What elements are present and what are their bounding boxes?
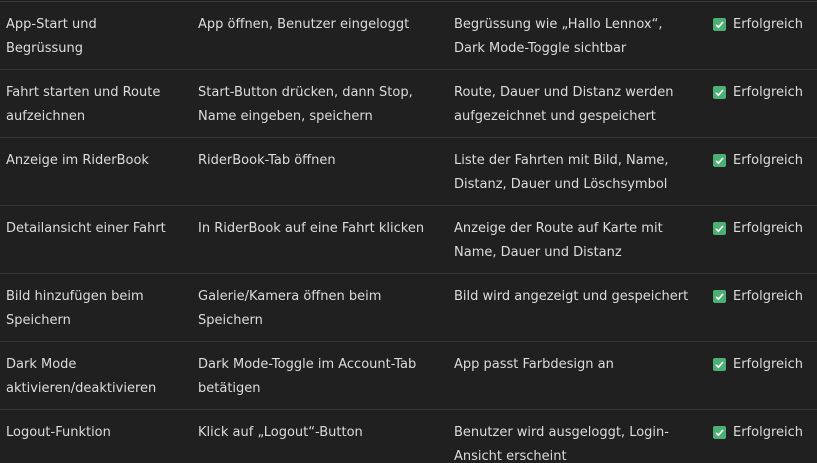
check-box-icon xyxy=(713,154,726,167)
action-cell: Klick auf „Logout“-Button xyxy=(198,425,363,440)
table-row: Bild hinzufügen beim Speichern Galerie/K… xyxy=(0,274,817,342)
status-label: Erfolgreich xyxy=(733,425,804,440)
table-row: App-Start und Begrüssung App öffnen, Ben… xyxy=(0,2,817,70)
expected-result-cell: Anzeige der Route auf Karte mit Name, Da… xyxy=(454,221,663,260)
status-label: Erfolgreich xyxy=(733,289,804,304)
check-box-icon xyxy=(713,426,726,439)
status-label: Erfolgreich xyxy=(733,85,804,100)
action-cell: Start-Button drücken, dann Stop, Name ei… xyxy=(198,85,413,124)
status-label: Erfolgreich xyxy=(733,153,804,168)
status-label: Erfolgreich xyxy=(733,221,804,236)
feature-cell: Detailansicht einer Fahrt xyxy=(6,221,166,236)
expected-result-cell: Route, Dauer und Distanz werden aufgezei… xyxy=(454,85,674,124)
action-cell: In RiderBook auf eine Fahrt klicken xyxy=(198,221,425,236)
table-row: Fahrt starten und Route aufzeichnen Star… xyxy=(0,70,817,138)
status-cell: Erfolgreich xyxy=(713,13,817,37)
status-cell: Erfolgreich xyxy=(713,353,817,377)
check-box-icon xyxy=(713,18,726,31)
check-box-icon xyxy=(713,358,726,371)
action-cell: RiderBook-Tab öffnen xyxy=(198,153,336,168)
status-cell: Erfolgreich xyxy=(713,217,817,241)
check-box-icon xyxy=(713,86,726,99)
status-label: Erfolgreich xyxy=(733,17,804,32)
table-row: Detailansicht einer Fahrt In RiderBook a… xyxy=(0,206,817,274)
table-row: Anzeige im RiderBook RiderBook-Tab öffne… xyxy=(0,138,817,206)
expected-result-cell: Liste der Fahrten mit Bild, Name, Distan… xyxy=(454,153,669,192)
status-cell: Erfolgreich xyxy=(713,81,817,105)
feature-cell: Fahrt starten und Route aufzeichnen xyxy=(6,85,161,124)
status-cell: Erfolgreich xyxy=(713,285,817,309)
expected-result-cell: Begrüssung wie „Hallo Lennox“, Dark Mode… xyxy=(454,17,663,56)
feature-cell: Dark Mode aktivieren/deaktivieren xyxy=(6,357,157,396)
status-cell: Erfolgreich xyxy=(713,421,817,445)
expected-result-cell: Bild wird angezeigt und gespeichert xyxy=(454,289,689,304)
expected-result-cell: Benutzer wird ausgeloggt, Login-Ansicht … xyxy=(454,425,669,463)
feature-cell: Logout-Funktion xyxy=(6,425,111,440)
action-cell: App öffnen, Benutzer eingeloggt xyxy=(198,17,410,32)
feature-cell: Anzeige im RiderBook xyxy=(6,153,149,168)
feature-cell: Bild hinzufügen beim Speichern xyxy=(6,289,144,328)
status-label: Erfolgreich xyxy=(733,357,804,372)
check-box-icon xyxy=(713,222,726,235)
test-results-table: App-Start und Begrüssung App öffnen, Ben… xyxy=(0,2,817,463)
status-cell: Erfolgreich xyxy=(713,149,817,173)
action-cell: Galerie/Kamera öffnen beim Speichern xyxy=(198,289,382,328)
expected-result-cell: App passt Farbdesign an xyxy=(454,357,614,372)
check-box-icon xyxy=(713,290,726,303)
action-cell: Dark Mode-Toggle im Account-Tab betätige… xyxy=(198,357,417,396)
table-row: Logout-Funktion Klick auf „Logout“-Butto… xyxy=(0,410,817,463)
table-row: Dark Mode aktivieren/deaktivieren Dark M… xyxy=(0,342,817,410)
feature-cell: App-Start und Begrüssung xyxy=(6,17,97,56)
